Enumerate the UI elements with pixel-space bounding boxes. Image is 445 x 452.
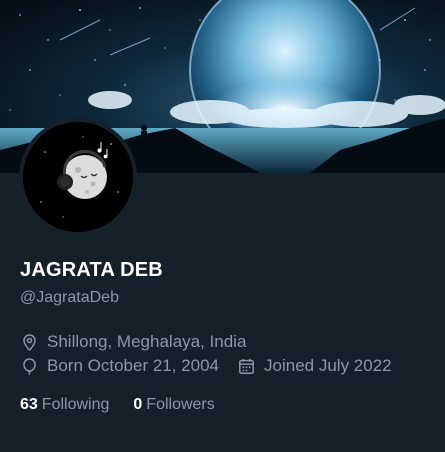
location-text: Shillong, Meghalaya, India — [47, 332, 247, 351]
balloon-icon — [23, 357, 36, 375]
profile-handle: @JagrataDeb — [20, 289, 119, 306]
location-item: Shillong, Meghalaya, India — [20, 332, 246, 352]
avatar[interactable] — [19, 118, 137, 236]
following-label: Following — [41, 396, 110, 413]
avatar-image — [23, 122, 133, 232]
followers-label: Followers — [146, 396, 215, 413]
profile-name: JAGRATA DEB — [20, 259, 163, 281]
joined-text: Joined July 2022 — [264, 356, 392, 375]
born-item: Born October 21, 2004 — [20, 356, 219, 376]
profile-meta-row-2: Born October 21, 2004 Joined July 2022 — [20, 356, 392, 376]
following-link[interactable]: 63 Following — [20, 396, 109, 414]
following-count: 63 — [20, 396, 38, 413]
profile-stats: 63 Following 0 Followers — [20, 396, 215, 414]
calendar-icon — [239, 358, 254, 374]
location-pin-icon — [23, 333, 36, 351]
joined-item: Joined July 2022 — [237, 356, 392, 376]
profile-meta-row-1: Shillong, Meghalaya, India — [20, 332, 246, 352]
followers-count: 0 — [133, 396, 143, 413]
born-text: Born October 21, 2004 — [47, 356, 220, 375]
followers-link[interactable]: 0 Followers — [133, 396, 214, 414]
